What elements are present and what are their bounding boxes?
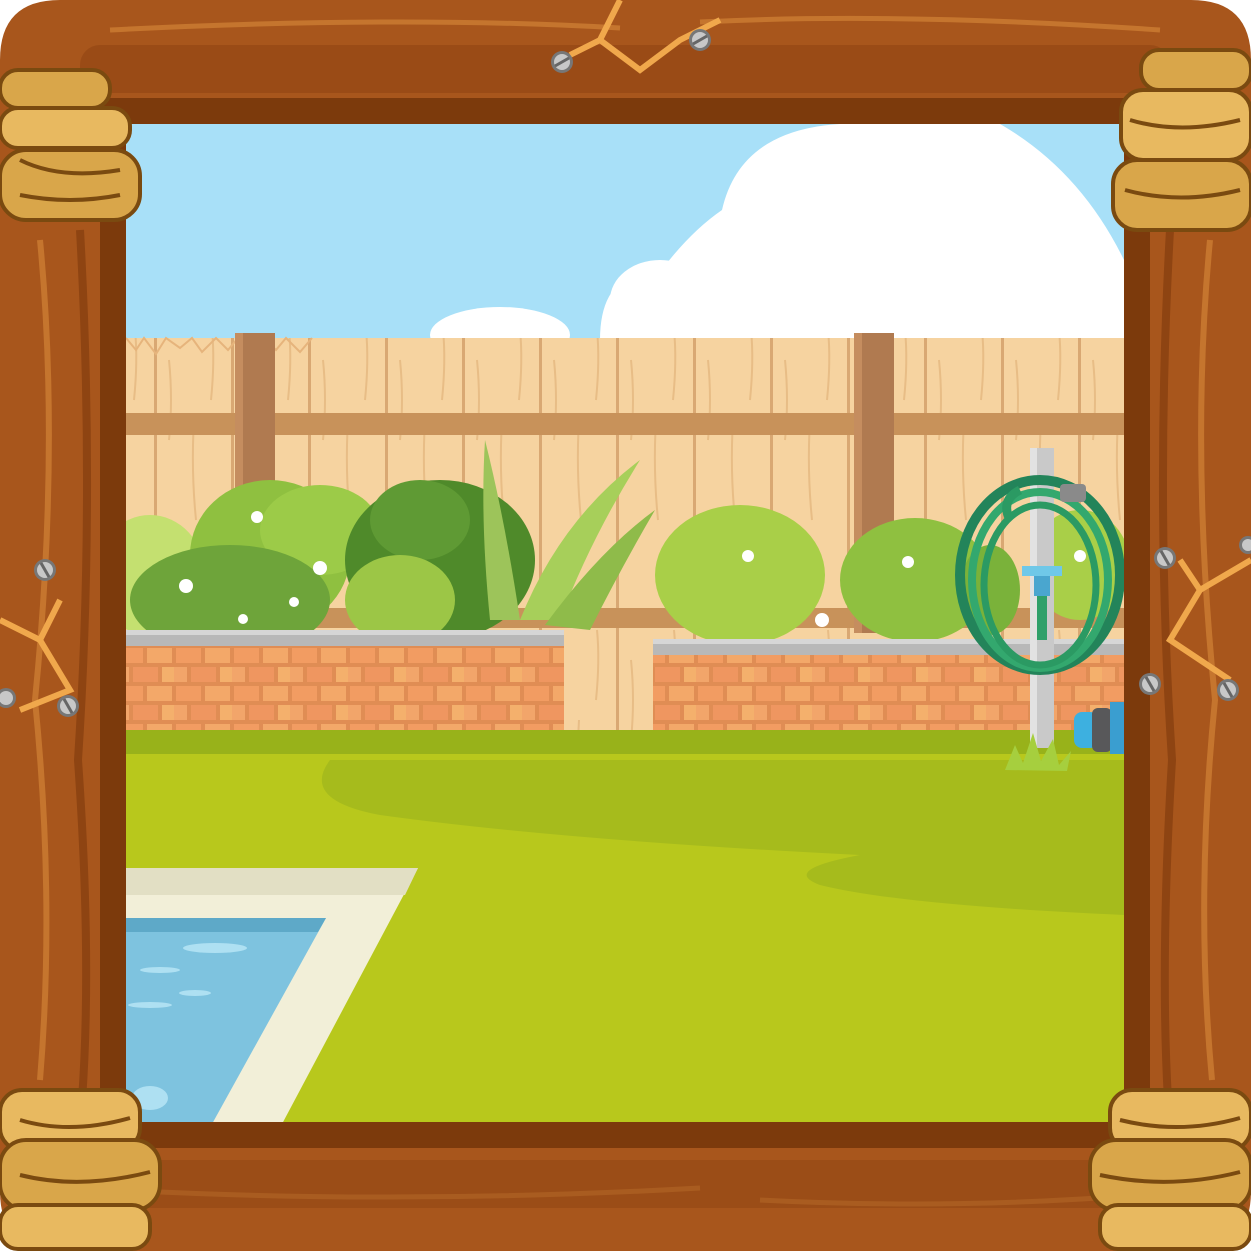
backyard-view xyxy=(126,124,1124,1122)
screw-icon xyxy=(1217,679,1239,701)
screw-icon xyxy=(1154,547,1176,569)
brick-wall-left xyxy=(126,630,564,735)
game-scene xyxy=(0,0,1251,1251)
rope-wrap-bottom-left xyxy=(0,1088,162,1251)
screw-icon xyxy=(689,29,711,51)
screw-icon xyxy=(57,695,79,717)
rope-wrap-bottom-right xyxy=(1088,1088,1251,1251)
screw-icon xyxy=(551,51,573,73)
screw-icon xyxy=(34,559,56,581)
screw-icon xyxy=(1139,673,1161,695)
